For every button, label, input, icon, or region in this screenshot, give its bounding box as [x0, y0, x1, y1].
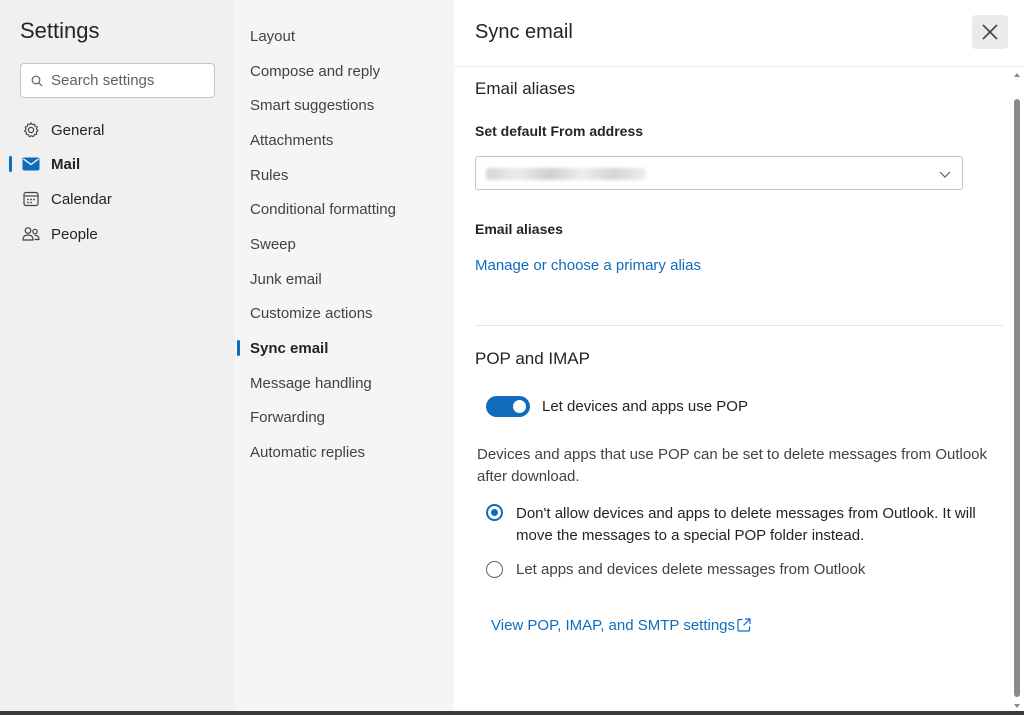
subnav-sweep[interactable]: Sweep [235, 227, 454, 261]
mail-icon [22, 155, 40, 173]
pop-description: Devices and apps that use POP can be set… [477, 446, 988, 485]
subnav-compose-and-reply[interactable]: Compose and reply [235, 54, 454, 88]
category-mail[interactable]: Mail [0, 147, 235, 181]
scroll-up-arrow[interactable] [1014, 73, 1020, 77]
header-divider [454, 66, 1024, 67]
category-label: People [51, 225, 98, 243]
subnav-message-handling[interactable]: Message handling [235, 366, 454, 400]
page-title: Sync email [475, 21, 573, 43]
scroll-down-arrow[interactable] [1014, 704, 1020, 708]
settings-categories-pane: Settings General Mail Calendar People [0, 0, 235, 715]
default-from-dropdown[interactable] [475, 156, 963, 190]
subnav-layout[interactable]: Layout [235, 19, 454, 53]
settings-title: Settings [20, 18, 100, 43]
pop-toggle[interactable] [486, 396, 530, 417]
default-from-label: Set default From address [475, 123, 644, 139]
category-general[interactable]: General [0, 113, 235, 147]
subnav-smart-suggestions[interactable]: Smart suggestions [235, 88, 454, 122]
subnav-sync-email[interactable]: Sync email [235, 331, 454, 365]
category-label: General [51, 121, 105, 139]
email-aliases-heading: Email aliases [475, 79, 576, 98]
close-button[interactable] [972, 15, 1008, 49]
subnav-conditional-formatting[interactable]: Conditional formatting [235, 192, 454, 226]
section-divider [475, 325, 1003, 326]
category-calendar[interactable]: Calendar [0, 182, 235, 216]
search-icon [31, 75, 43, 86]
radio-allow-delete-label[interactable]: Let apps and devices delete messages fro… [516, 559, 996, 581]
email-aliases-label: Email aliases [475, 221, 563, 237]
search-input[interactable] [51, 72, 201, 89]
mail-subnav: Layout Compose and reply Smart suggestio… [235, 0, 454, 715]
subnav-junk-email[interactable]: Junk email [235, 262, 454, 296]
subnav-attachments[interactable]: Attachments [235, 123, 454, 157]
people-icon [22, 225, 40, 243]
subnav-automatic-replies[interactable]: Automatic replies [235, 435, 454, 469]
calendar-icon [22, 190, 40, 208]
radio-allow-delete[interactable] [486, 561, 503, 578]
radio-dont-allow-delete[interactable] [486, 504, 503, 521]
gear-icon [22, 121, 40, 139]
subnav-rules[interactable]: Rules [235, 158, 454, 192]
scrollbar[interactable] [1011, 67, 1024, 710]
scrollbar-thumb[interactable] [1014, 99, 1020, 697]
manage-alias-link[interactable]: Manage or choose a primary alias [475, 257, 701, 274]
close-icon [982, 24, 998, 40]
search-box[interactable] [20, 63, 215, 98]
subnav-forwarding[interactable]: Forwarding [235, 400, 454, 434]
radio-dont-allow-delete-label[interactable]: Don't allow devices and apps to delete m… [516, 503, 996, 547]
subnav-customize-actions[interactable]: Customize actions [235, 296, 454, 330]
open-external-icon[interactable] [736, 617, 752, 633]
category-label: Calendar [51, 190, 112, 208]
category-people[interactable]: People [0, 217, 235, 251]
redacted-email-address [486, 168, 646, 180]
pop-imap-heading: POP and IMAP [475, 349, 590, 368]
chevron-down-icon [939, 171, 951, 178]
sync-email-panel: Sync email Email aliases Set default Fro… [454, 0, 1024, 715]
window-bottom-edge [0, 711, 1024, 715]
pop-toggle-label: Let devices and apps use POP [542, 398, 748, 415]
category-label: Mail [51, 155, 81, 173]
pop-imap-smtp-settings-link[interactable]: View POP, IMAP, and SMTP settings [491, 617, 735, 634]
